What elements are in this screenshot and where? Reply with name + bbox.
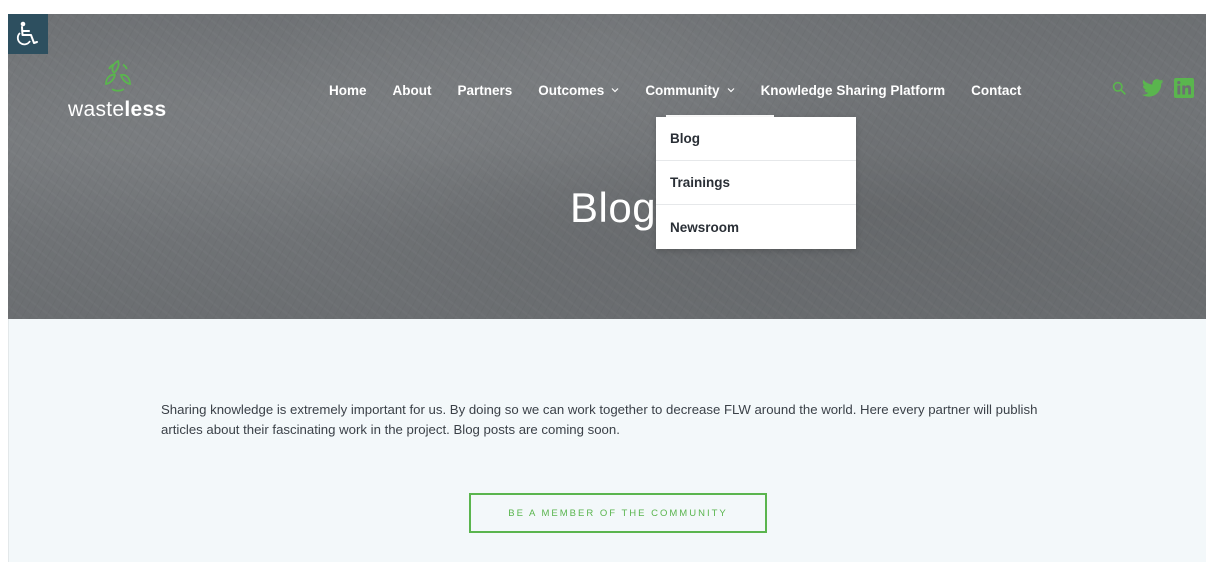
site-logo[interactable]: wasteless [68, 58, 188, 128]
logo-text-bold: less [124, 98, 167, 121]
nav-item-community[interactable]: Community [645, 83, 734, 98]
nav-item-contact[interactable]: Contact [971, 83, 1021, 98]
dropdown-item-label: Blog [670, 131, 700, 146]
nav-item-home[interactable]: Home [329, 83, 367, 98]
twitter-link[interactable] [1141, 77, 1165, 99]
nav-item-label: About [392, 82, 432, 98]
dropdown-item-newsroom[interactable]: Newsroom [656, 205, 856, 249]
nav-item-label: Home [329, 82, 367, 98]
chevron-down-icon [727, 88, 734, 93]
be-a-member-button[interactable]: BE A MEMBER OF THE COMMUNITY [469, 493, 767, 533]
dropdown-item-label: Trainings [670, 175, 731, 190]
chevron-down-icon [611, 88, 619, 93]
recycle-leaf-icon [105, 59, 131, 92]
wheelchair-icon [16, 21, 38, 46]
nav-item-knowledge-sharing-platform[interactable]: Knowledge Sharing Platform [761, 83, 946, 98]
nav-item-label: Contact [971, 82, 1022, 98]
twitter-icon [1142, 79, 1164, 97]
dropdown-item-label: Newsroom [670, 219, 740, 235]
nav-icons [1109, 77, 1195, 99]
nav-item-outcomes[interactable]: Outcomes [538, 83, 619, 98]
logo-wordmark: wasteless [68, 98, 166, 122]
intro-text: Sharing knowledge is extremely important… [161, 402, 1038, 437]
linkedin-icon [1174, 78, 1194, 98]
community-dropdown-menu: Blog Trainings Newsroom [656, 117, 856, 249]
page-frame: wasteless Home About Partners Outcomes C… [8, 14, 1206, 562]
main-navigation: Home About Partners Outcomes Community K… [329, 80, 1053, 100]
search-icon [1112, 81, 1126, 95]
nav-item-label: Community [645, 82, 720, 98]
page-title: Blog [570, 184, 657, 231]
content-section: Sharing knowledge is extremely important… [8, 319, 1206, 562]
nav-item-label: Knowledge Sharing Platform [760, 82, 946, 98]
nav-item-label: Partners [457, 82, 513, 98]
dropdown-item-trainings[interactable]: Trainings [656, 161, 856, 205]
logo-text-light: waste [68, 98, 125, 121]
nav-item-partners[interactable]: Partners [458, 83, 513, 98]
search-button[interactable] [1109, 77, 1129, 99]
linkedin-link[interactable] [1173, 77, 1195, 99]
nav-item-about[interactable]: About [393, 83, 432, 98]
dropdown-item-blog[interactable]: Blog [656, 117, 856, 161]
nav-item-label: Outcomes [538, 82, 605, 98]
accessibility-button[interactable] [8, 14, 48, 54]
